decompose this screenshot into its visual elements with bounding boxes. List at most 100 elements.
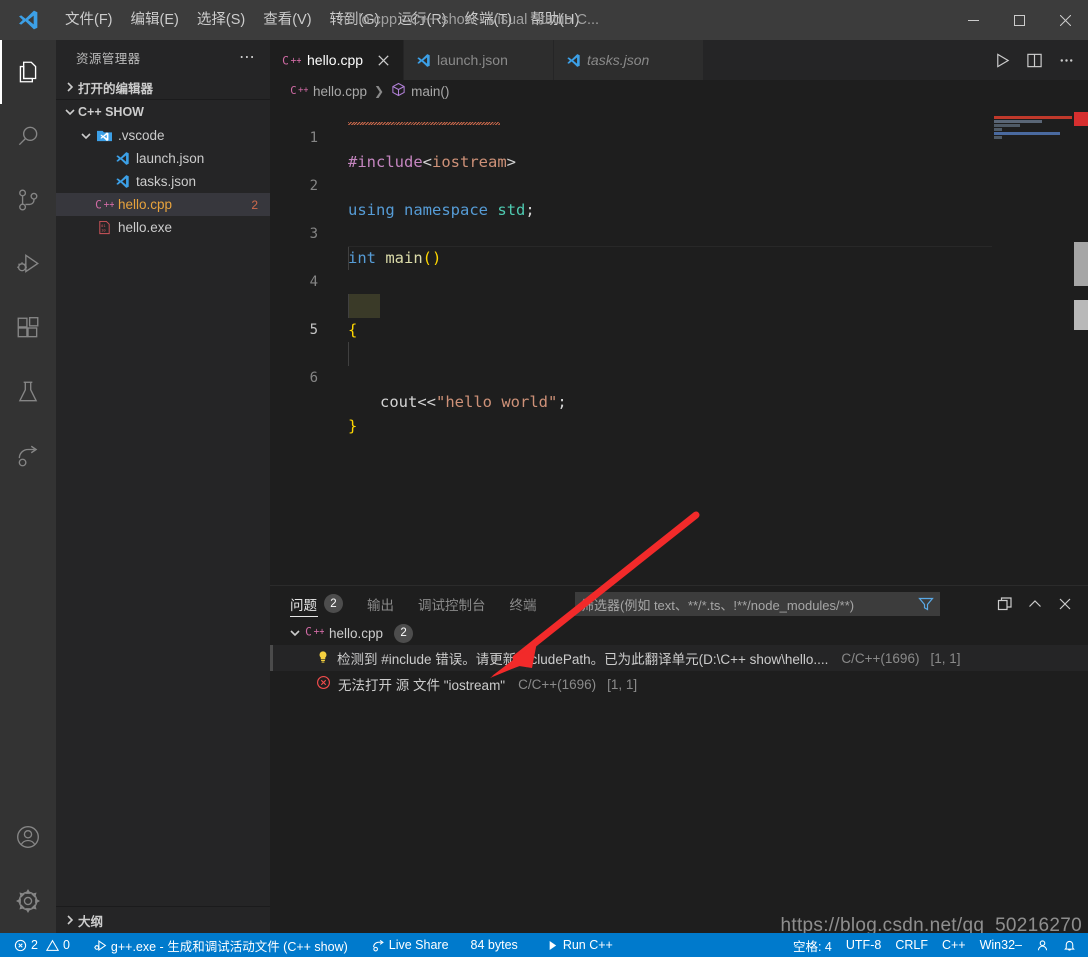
menu-file[interactable]: 文件(F) [56,0,122,40]
menu-terminal[interactable]: 终端(T) [456,0,522,40]
status-problems[interactable]: 2 0 [0,933,77,957]
open-editors-label: 打开的编辑器 [78,81,154,96]
explorer-sidebar: 资源管理器 ⋯ 打开的编辑器 C++ SHOW .vscode launch.j… [56,40,270,933]
status-encoding[interactable]: UTF-8 [839,933,888,957]
status-run-cpp[interactable]: Run C++ [539,933,620,957]
panel-tab-debug-console[interactable]: 调试控制台 [418,586,486,621]
activity-accounts[interactable] [0,805,56,869]
maximize-button[interactable] [996,0,1042,40]
tab-close-icon[interactable] [373,50,393,70]
problems-count-badge: 2 [324,594,343,613]
menu-view[interactable]: 查看(V) [254,0,320,40]
svg-text:C: C [290,84,296,96]
run-code-button[interactable] [986,40,1018,80]
activity-extensions[interactable] [0,296,56,360]
tab-label: tasks.json [587,52,650,68]
panel-tab-terminal[interactable]: 终端 [510,586,537,621]
tab-launch-json[interactable]: launch.json [404,40,555,80]
panel-tab-label: 调试控制台 [418,597,486,613]
vscode-logo-icon [0,0,56,40]
breadcrumb-item-symbol[interactable]: main() [391,82,449,100]
cpp-icon: C ++ [305,624,325,642]
vscode-file-icon [416,53,431,68]
close-button[interactable] [1042,0,1088,40]
activity-bar-bottom [0,805,56,933]
chevron-down-icon[interactable] [290,626,300,641]
activity-settings[interactable] [0,869,56,933]
activity-bar [0,40,56,933]
minimap-line [994,116,1072,119]
status-file-size[interactable]: 84 bytes [464,933,525,957]
title-bar: 文件(F) 编辑(E) 选择(S) 查看(V) 转到(G) 运行(R) 终端(T… [0,0,1088,40]
cpp-icon: C ++ [290,83,308,100]
indent-guide [348,294,349,318]
menu-go[interactable]: 转到(G) [321,0,389,40]
split-editor-icon [1026,53,1042,67]
menu-selection[interactable]: 选择(S) [188,0,254,40]
workspace-section[interactable]: C++ SHOW [56,100,270,124]
code-editor[interactable]: 1 #include<iostream> 2 using namespace s… [270,102,1088,585]
status-live-share-label: Live Share [388,938,449,952]
menu-edit[interactable]: 编辑(E) [122,0,188,40]
status-live-share[interactable]: Live Share [365,933,456,957]
activity-search[interactable] [0,104,56,168]
line-number: 2 [309,178,318,194]
line-number: 3 [309,226,318,242]
tree-row[interactable]: launch.json [56,147,270,170]
problems-filter-input[interactable]: 筛选器(例如 text、**/*.ts、!**/node_modules/**) [575,592,940,616]
activity-run-debug[interactable] [0,232,56,296]
overview-scroll-thumb[interactable] [1074,242,1088,286]
problems-file-group[interactable]: C ++ hello.cpp 2 [270,621,1088,645]
activity-explorer[interactable] [0,40,56,104]
vscode-window: 文件(F) 编辑(E) 选择(S) 查看(V) 转到(G) 运行(R) 终端(T… [0,0,1088,957]
tab-tasks-json[interactable]: tasks.json [554,40,705,80]
editor-more-actions-button[interactable] [1050,40,1082,80]
run-debug-icon [17,254,39,273]
status-notifications[interactable] [1056,933,1088,957]
status-encoding-label: UTF-8 [845,938,882,952]
problem-item-warning[interactable]: 检测到 #include 错误。请更新 includePath。已为此翻译单元(… [270,645,1088,671]
tree-row-hello-cpp[interactable]: C ++ hello.cpp 2 [56,193,270,216]
status-account[interactable] [1029,933,1056,957]
collapse-panel-button[interactable] [1020,586,1050,621]
status-build-task[interactable]: g++.exe - 生成和调试活动文件 (C++ show) [87,933,355,957]
file-tree: .vscode launch.json tasks.json C ++ hell… [56,124,270,239]
vscode-file-icon [566,53,581,68]
activity-testing[interactable] [0,360,56,424]
panel-tab-problems[interactable]: 问题 2 [290,586,343,621]
menu-help[interactable]: 帮助(H) [521,0,588,40]
ellipsis-icon [1060,58,1072,62]
minimize-button[interactable] [950,0,996,40]
tab-label: launch.json [437,52,508,68]
breadcrumb-item-file[interactable]: C ++ hello.cpp [290,83,367,100]
close-panel-button[interactable] [1050,586,1080,621]
tab-hello-cpp[interactable]: C ++ hello.cpp [270,40,405,80]
vscode-file-icon [112,174,132,189]
code-line-2: 2 using namespace std; [270,150,1088,219]
tree-row[interactable]: .vscode [56,124,270,147]
problem-item-error[interactable]: 无法打开 源 文件 "iostream" C/C++(1696) [1, 1] [270,671,1088,697]
activity-remote[interactable] [0,424,56,488]
outline-section[interactable]: 大纲 [56,906,270,933]
tree-item-label: hello.cpp [118,197,173,212]
status-eol[interactable]: CRLF [888,933,935,957]
activity-source-control[interactable] [0,168,56,232]
sidebar-more-actions-button[interactable]: ⋯ [233,49,262,65]
split-editor-button[interactable] [1018,40,1050,80]
maximize-panel-size-button[interactable] [990,586,1020,621]
status-language-mode[interactable]: C++ [935,933,973,957]
filter-icon[interactable] [918,596,934,612]
status-platform[interactable]: Win32– [973,933,1029,957]
menu-run[interactable]: 运行(R) [388,0,455,40]
tree-row[interactable]: tasks.json [56,170,270,193]
panel-tab-output[interactable]: 输出 [367,586,394,621]
tree-row[interactable]: 01 10 hello.exe [56,216,270,239]
svg-text:++: ++ [298,85,308,95]
problem-position: [1, 1] [607,676,638,692]
symbol-method-icon [391,82,406,100]
overview-ruler[interactable] [1074,102,1088,585]
open-editors-section[interactable]: 打开的编辑器 [56,75,270,99]
svg-text:++: ++ [103,199,113,210]
status-indentation[interactable]: 空格: 4 [786,933,839,957]
minimap[interactable] [992,102,1074,585]
